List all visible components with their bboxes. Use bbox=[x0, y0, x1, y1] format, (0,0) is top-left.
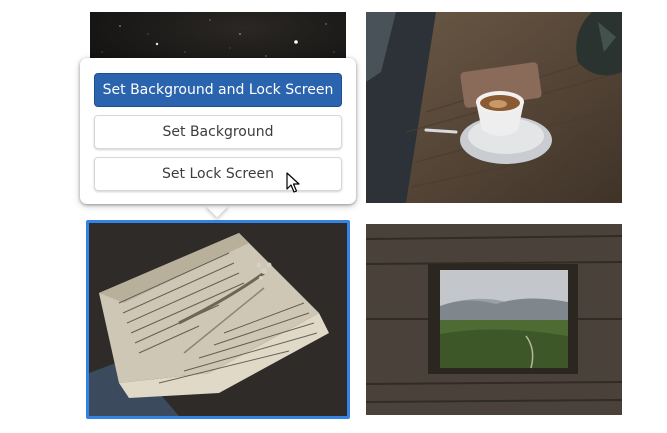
wallpaper-thumbnail-cabin-window[interactable] bbox=[366, 224, 622, 415]
set-background-and-lock-screen-button[interactable]: Set Background and Lock Screen bbox=[94, 73, 342, 107]
set-background-button[interactable]: Set Background bbox=[94, 115, 342, 149]
arrow-cursor-icon bbox=[286, 172, 300, 193]
set-lock-screen-button[interactable]: Set Lock Screen bbox=[94, 157, 342, 191]
set-wallpaper-popover: Set Background and Lock Screen Set Backg… bbox=[80, 58, 356, 204]
wallpaper-thumbnail-journal[interactable] bbox=[86, 220, 350, 419]
wallpaper-thumbnail-coffee[interactable] bbox=[366, 12, 622, 203]
